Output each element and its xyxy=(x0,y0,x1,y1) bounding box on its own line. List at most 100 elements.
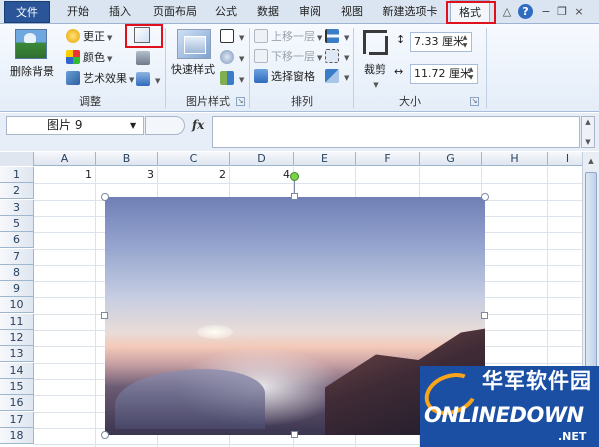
row-header[interactable]: 13 xyxy=(0,346,34,362)
column-header[interactable]: C xyxy=(158,152,230,166)
tab-format[interactable]: 格式 xyxy=(450,0,490,25)
collapse-ribbon-icon[interactable]: △ xyxy=(501,5,513,19)
selection-pane-button[interactable]: 选择窗格 xyxy=(254,69,315,85)
logo-english-text: ONLINEDOWN xyxy=(424,403,584,427)
height-value: 7.33 厘米 xyxy=(414,35,464,48)
tab-formulas[interactable]: 公式 xyxy=(208,0,244,24)
close-icon[interactable]: × xyxy=(573,5,585,19)
compress-picture-button[interactable] xyxy=(136,51,153,67)
reset-picture-button[interactable]: ▼ xyxy=(136,72,160,89)
resize-handle-left[interactable] xyxy=(101,312,108,319)
group-separator xyxy=(249,28,250,108)
row-header[interactable]: 16 xyxy=(0,395,34,411)
picture-layout-icon xyxy=(220,71,234,85)
row-header[interactable]: 12 xyxy=(0,330,34,346)
send-backward-button[interactable]: 下移一层 ▼ xyxy=(254,49,322,66)
row-header[interactable]: 9 xyxy=(0,281,34,297)
insert-function-icon[interactable]: fx xyxy=(192,116,210,135)
tab-review[interactable]: 审阅 xyxy=(292,0,328,24)
change-picture-icon[interactable] xyxy=(134,27,150,43)
chevron-down-icon[interactable]: ▼ xyxy=(130,116,136,135)
row-header[interactable]: 5 xyxy=(0,216,34,232)
spin-arrows-icon[interactable]: ▲ ▼ xyxy=(461,34,469,50)
picture-layout-button[interactable]: ▼ xyxy=(220,71,244,88)
tab-view[interactable]: 视图 xyxy=(334,0,370,24)
spin-arrows-icon[interactable]: ▲ ▼ xyxy=(467,66,475,82)
cell[interactable]: 4 xyxy=(230,167,294,183)
resize-handle-right[interactable] xyxy=(481,312,488,319)
column-header[interactable]: F xyxy=(356,152,420,166)
chevron-down-icon: ▼ xyxy=(239,76,245,84)
width-field[interactable]: 11.72 厘米 ▲ ▼ xyxy=(410,64,478,84)
name-box[interactable]: 图片 9 xyxy=(6,116,144,135)
restore-icon[interactable]: ❐ xyxy=(556,5,568,19)
crop-button[interactable]: 裁剪 ▼ xyxy=(356,26,394,90)
cell[interactable]: 2 xyxy=(158,167,230,183)
align-button[interactable]: ▼ xyxy=(325,29,349,46)
height-field[interactable]: 7.33 厘米 ▲ ▼ xyxy=(410,32,472,52)
formula-input[interactable] xyxy=(212,116,580,148)
row-header[interactable]: 11 xyxy=(0,314,34,330)
tab-page-layout[interactable]: 页面布局 xyxy=(146,0,204,24)
quick-styles-button[interactable]: 快速样式 xyxy=(168,26,218,90)
resize-handle-top-right[interactable] xyxy=(481,193,489,201)
tab-data[interactable]: 数据 xyxy=(250,0,286,24)
formula-bar-expand[interactable]: ▲ ▼ xyxy=(581,116,595,148)
row-header[interactable]: 2 xyxy=(0,183,34,199)
picture-effects-icon xyxy=(220,50,234,64)
row-header[interactable]: 15 xyxy=(0,379,34,395)
column-header[interactable]: D xyxy=(230,152,294,166)
resize-handle-top-left[interactable] xyxy=(101,193,109,201)
color-button[interactable]: 颜色 ▼ xyxy=(66,50,112,67)
chevron-down-icon: ▼ xyxy=(344,54,350,62)
ribbon: 删除背景 更正 ▼ 颜色 ▼ 艺术效果 ▼ ▼ 调整 快速样式 ▼ ▼ ▼ 图片样式 … xyxy=(0,24,599,112)
column-header[interactable]: G xyxy=(420,152,482,166)
column-header[interactable]: I xyxy=(548,152,582,166)
minimize-icon[interactable]: − xyxy=(540,5,552,19)
scroll-up-icon[interactable]: ▲ xyxy=(585,155,597,167)
row-header[interactable]: 18 xyxy=(0,428,34,444)
tab-home[interactable]: 开始 xyxy=(60,0,96,24)
row-header[interactable]: 8 xyxy=(0,265,34,281)
row-header[interactable]: 10 xyxy=(0,297,34,313)
bring-forward-icon xyxy=(254,29,268,43)
dialog-launcher-icon[interactable]: ↘ xyxy=(470,97,479,106)
bring-forward-button[interactable]: 上移一层 ▼ xyxy=(254,29,322,46)
artistic-effects-button[interactable]: 艺术效果 ▼ xyxy=(66,71,134,88)
row-header[interactable]: 14 xyxy=(0,363,34,379)
corrections-button[interactable]: 更正 ▼ xyxy=(66,29,112,46)
resize-handle-top[interactable] xyxy=(291,193,298,200)
rotate-handle[interactable] xyxy=(290,172,299,181)
resize-handle-bottom[interactable] xyxy=(291,431,298,438)
formula-bar-splitter[interactable] xyxy=(145,116,185,135)
rotate-button[interactable]: ▼ xyxy=(325,69,349,86)
row-header[interactable]: 3 xyxy=(0,200,34,216)
tab-insert[interactable]: 插入 xyxy=(102,0,138,24)
picture-border-button[interactable]: ▼ xyxy=(220,29,244,46)
column-header[interactable]: A xyxy=(34,152,96,166)
row-header[interactable]: 7 xyxy=(0,249,34,265)
tab-file[interactable]: 文件 xyxy=(4,1,50,23)
row-header[interactable]: 17 xyxy=(0,412,34,428)
color-palette-icon xyxy=(66,50,80,64)
column-header[interactable]: E xyxy=(294,152,356,166)
chevron-down-icon: ▼ xyxy=(317,54,323,62)
chevron-down-icon: ▼ xyxy=(129,76,135,84)
column-header[interactable]: B xyxy=(96,152,158,166)
group-label-adjust: 调整 xyxy=(79,95,101,108)
row-header[interactable]: 1 xyxy=(0,167,34,183)
help-icon[interactable]: ? xyxy=(518,4,533,19)
row-header[interactable]: 6 xyxy=(0,232,34,248)
picture-effects-button[interactable]: ▼ xyxy=(220,50,244,67)
crop-icon xyxy=(363,30,388,55)
group-separator xyxy=(486,28,487,108)
remove-background-button[interactable]: 删除背景 xyxy=(8,26,56,88)
select-all-corner[interactable] xyxy=(0,152,34,166)
resize-handle-bottom-left[interactable] xyxy=(101,431,109,439)
group-button[interactable]: ▼ xyxy=(325,49,349,66)
tab-new-tab[interactable]: 新建选项卡 xyxy=(374,0,446,24)
dialog-launcher-icon[interactable]: ↘ xyxy=(236,97,245,106)
cell[interactable]: 3 xyxy=(96,167,158,183)
column-header[interactable]: H xyxy=(482,152,548,166)
cell[interactable]: 1 xyxy=(34,167,96,183)
